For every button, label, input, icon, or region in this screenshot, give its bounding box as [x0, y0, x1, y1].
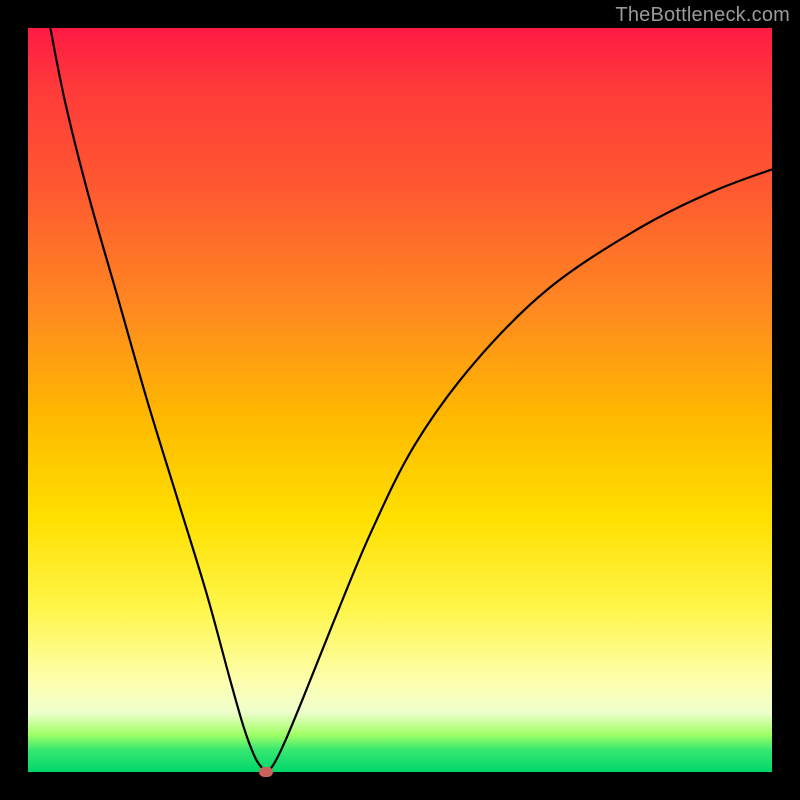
attribution-label: TheBottleneck.com	[615, 4, 790, 27]
optimal-point-marker	[259, 767, 273, 777]
plot-area	[28, 28, 772, 772]
curve-path	[50, 28, 772, 772]
chart-frame: TheBottleneck.com	[0, 0, 800, 800]
bottleneck-curve	[28, 28, 772, 772]
